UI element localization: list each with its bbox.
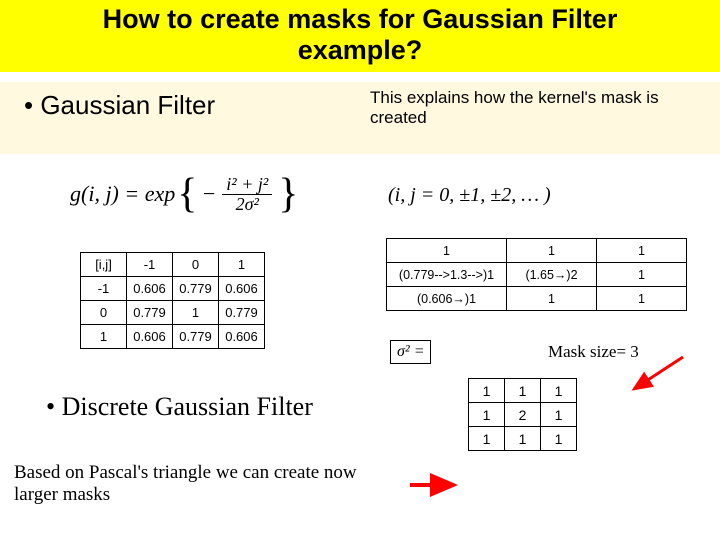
cell: 0 [173, 253, 219, 277]
table-row: [i,j] -1 0 1 [81, 253, 265, 277]
title-line2: example? [298, 35, 423, 65]
cell: 1 [597, 287, 687, 311]
table-row: 1 2 1 [469, 403, 577, 427]
cell: 1 [81, 325, 127, 349]
cell: 1 [173, 301, 219, 325]
bullet1-band: • Gaussian Filter This explains how the … [0, 82, 720, 154]
explainer-note: This explains how the kernel's mask is c… [370, 88, 680, 127]
bullet-discrete: • Discrete Gaussian Filter [46, 392, 313, 422]
table-row: (0.606→)1 1 1 [387, 287, 687, 311]
cell: 1 [507, 287, 597, 311]
mask-size-label: Mask size= 3 [548, 342, 639, 362]
formula-gaussian: g(i, j) = exp { − i² + j² 2σ² } [70, 170, 300, 218]
table-row: (0.779-->1.3-->)1 (1.65→)2 1 [387, 263, 687, 287]
cell: -1 [127, 253, 173, 277]
sigma-squared: σ² = [390, 340, 431, 364]
cell: 1 [541, 379, 577, 403]
cell: (1.65→)2 [507, 263, 597, 287]
cell: -1 [81, 277, 127, 301]
cell: 2 [505, 403, 541, 427]
cell: 1 [387, 239, 507, 263]
table-row: 1 1 1 [469, 379, 577, 403]
formula-lhs: g(i, j) = exp [70, 181, 175, 207]
sigma-squared-box: σ² = [390, 340, 431, 364]
cell: 0.606 [127, 325, 173, 349]
cell: 1 [505, 379, 541, 403]
cell: 1 [597, 263, 687, 287]
formula-fraction: i² + j² 2σ² [218, 175, 276, 214]
table-row: -1 0.606 0.779 0.606 [81, 277, 265, 301]
cell: 1 [469, 379, 505, 403]
table-row: 1 0.606 0.779 0.606 [81, 325, 265, 349]
cell: 0.779 [219, 301, 265, 325]
table-row: 1 1 1 [387, 239, 687, 263]
table-rounding-steps: 1 1 1 (0.779-->1.3-->)1 (1.65→)2 1 (0.60… [386, 238, 687, 311]
cell: 1 [597, 239, 687, 263]
index-range: (i, j = 0, ±1, ±2, … ) [388, 184, 551, 207]
cell: 0.606 [219, 277, 265, 301]
cell: (0.779-->1.3-->)1 [387, 263, 507, 287]
cell: (0.606→)1 [387, 287, 507, 311]
table-gaussian-values: [i,j] -1 0 1 -1 0.606 0.779 0.606 0 0.77… [80, 252, 265, 349]
cell: 1 [469, 403, 505, 427]
slide-title: How to create masks for Gaussian Filter … [0, 0, 720, 72]
arrow-red-1 [628, 355, 688, 400]
table-row: 1 1 1 [469, 427, 577, 451]
cell: [i,j] [81, 253, 127, 277]
formula-denominator: 2σ² [232, 195, 263, 214]
cell: 0.779 [127, 301, 173, 325]
formula-numerator: i² + j² [222, 175, 272, 195]
cell: 0.606 [127, 277, 173, 301]
table-row: 0 0.779 1 0.779 [81, 301, 265, 325]
cell: 1 [507, 239, 597, 263]
table-discrete-mask: 1 1 1 1 2 1 1 1 1 [468, 378, 577, 451]
arrow-red-2 [408, 475, 460, 500]
cell: 1 [505, 427, 541, 451]
cell: 0.606 [219, 325, 265, 349]
cell: 1 [541, 427, 577, 451]
cell: 1 [469, 427, 505, 451]
title-line1: How to create masks for Gaussian Filter [103, 4, 618, 34]
formula-minus: − [199, 181, 218, 207]
cell: 0.779 [173, 325, 219, 349]
cell: 1 [219, 253, 265, 277]
pascal-note: Based on Pascal's triangle we can create… [14, 462, 404, 506]
brace-right: } [276, 170, 300, 218]
cell: 0.779 [173, 277, 219, 301]
cell: 1 [541, 403, 577, 427]
brace-left: { [175, 170, 199, 218]
cell: 0 [81, 301, 127, 325]
